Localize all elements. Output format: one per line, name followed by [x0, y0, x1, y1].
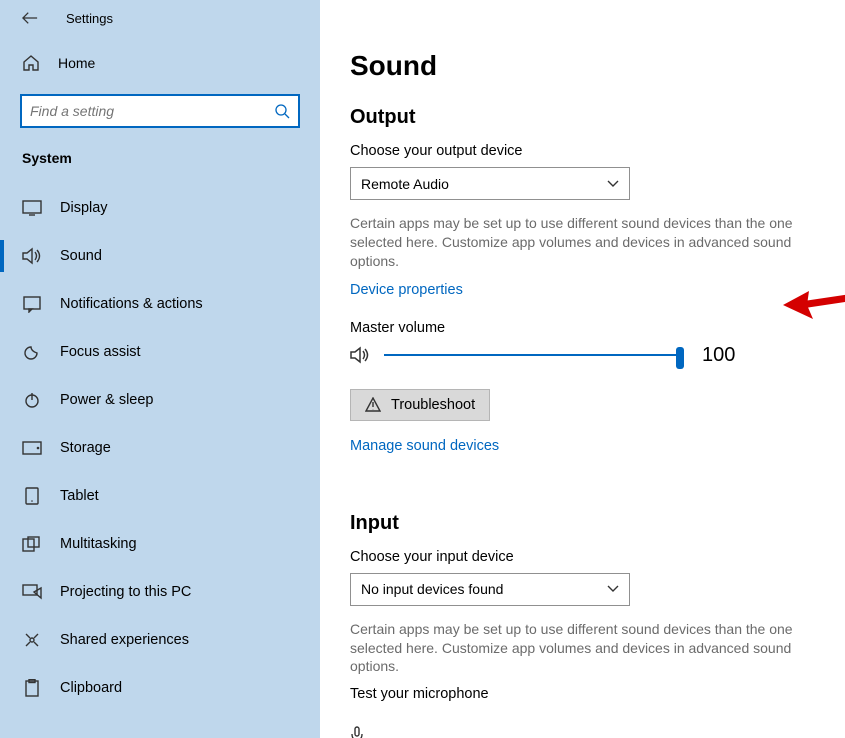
clipboard-icon — [22, 678, 42, 698]
app-title: Settings — [66, 11, 113, 26]
multitasking-icon — [22, 534, 42, 554]
sound-icon — [22, 246, 42, 266]
sidebar-item-label: Notifications & actions — [60, 296, 203, 312]
test-mic-label: Test your microphone — [350, 686, 813, 702]
sidebar-item-label: Power & sleep — [60, 392, 154, 408]
sidebar-item-label: Tablet — [60, 488, 99, 504]
input-section-header: Input — [350, 512, 813, 535]
sidebar-item-label: Sound — [60, 248, 102, 264]
page-title: Sound — [350, 50, 813, 82]
manage-sound-devices-link[interactable]: Manage sound devices — [350, 438, 499, 454]
home-icon — [22, 54, 40, 72]
master-volume-value: 100 — [702, 344, 735, 367]
sidebar-category: System — [0, 142, 320, 174]
output-device-dropdown[interactable]: Remote Audio — [350, 167, 630, 200]
microphone-icon — [350, 726, 813, 738]
sidebar-item-sound[interactable]: Sound — [0, 232, 320, 280]
troubleshoot-button[interactable]: Troubleshoot — [350, 389, 490, 421]
master-volume-label: Master volume — [350, 320, 813, 336]
sidebar-item-storage[interactable]: Storage — [0, 424, 320, 472]
sidebar-item-label: Storage — [60, 440, 111, 456]
chevron-down-icon — [607, 585, 619, 593]
output-helper-text: Certain apps may be set up to use differ… — [350, 214, 800, 271]
sidebar-item-focus-assist[interactable]: Focus assist — [0, 328, 320, 376]
power-icon — [22, 390, 42, 410]
search-box[interactable] — [20, 94, 300, 128]
home-label: Home — [58, 55, 95, 71]
display-icon — [22, 198, 42, 218]
input-device-label: Choose your input device — [350, 549, 813, 565]
focus-assist-icon — [22, 342, 42, 362]
input-device-dropdown[interactable]: No input devices found — [350, 573, 630, 606]
search-input[interactable] — [30, 103, 270, 119]
sidebar-item-label: Display — [60, 200, 108, 216]
output-section-header: Output — [350, 106, 813, 129]
speaker-icon[interactable] — [350, 345, 372, 365]
troubleshoot-label: Troubleshoot — [391, 397, 475, 413]
device-properties-link[interactable]: Device properties — [350, 282, 463, 298]
output-device-value: Remote Audio — [361, 176, 449, 192]
sidebar-item-label: Projecting to this PC — [60, 584, 191, 600]
search-icon — [274, 103, 290, 119]
main-pane: Sound Output Choose your output device R… — [320, 0, 845, 738]
sidebar-item-shared-experiences[interactable]: Shared experiences — [0, 616, 320, 664]
output-device-label: Choose your output device — [350, 143, 813, 159]
sidebar-item-notifications[interactable]: Notifications & actions — [0, 280, 320, 328]
sidebar-item-label: Shared experiences — [60, 632, 189, 648]
back-button[interactable] — [22, 10, 38, 26]
sidebar-item-power-sleep[interactable]: Power & sleep — [0, 376, 320, 424]
warning-icon — [365, 397, 381, 412]
sidebar-item-tablet[interactable]: Tablet — [0, 472, 320, 520]
projecting-icon — [22, 582, 42, 602]
storage-icon — [22, 438, 42, 458]
shared-icon — [22, 630, 42, 650]
master-volume-slider[interactable] — [384, 345, 684, 365]
sidebar-item-display[interactable]: Display — [0, 184, 320, 232]
arrow-left-icon — [22, 11, 38, 25]
tablet-icon — [22, 486, 42, 506]
sidebar: Settings Home System Display Sound — [0, 0, 320, 738]
sidebar-item-projecting[interactable]: Projecting to this PC — [0, 568, 320, 616]
input-helper-text: Certain apps may be set up to use differ… — [350, 620, 800, 677]
chevron-down-icon — [607, 180, 619, 188]
notifications-icon — [22, 294, 42, 314]
input-device-value: No input devices found — [361, 581, 503, 597]
sidebar-item-label: Focus assist — [60, 344, 141, 360]
sidebar-item-label: Multitasking — [60, 536, 137, 552]
sidebar-item-label: Clipboard — [60, 680, 122, 696]
annotation-arrow — [783, 283, 845, 323]
sidebar-item-multitasking[interactable]: Multitasking — [0, 520, 320, 568]
sidebar-item-clipboard[interactable]: Clipboard — [0, 664, 320, 712]
sidebar-home[interactable]: Home — [0, 40, 320, 86]
sidebar-nav-list: Display Sound Notifications & actions Fo… — [0, 184, 320, 712]
